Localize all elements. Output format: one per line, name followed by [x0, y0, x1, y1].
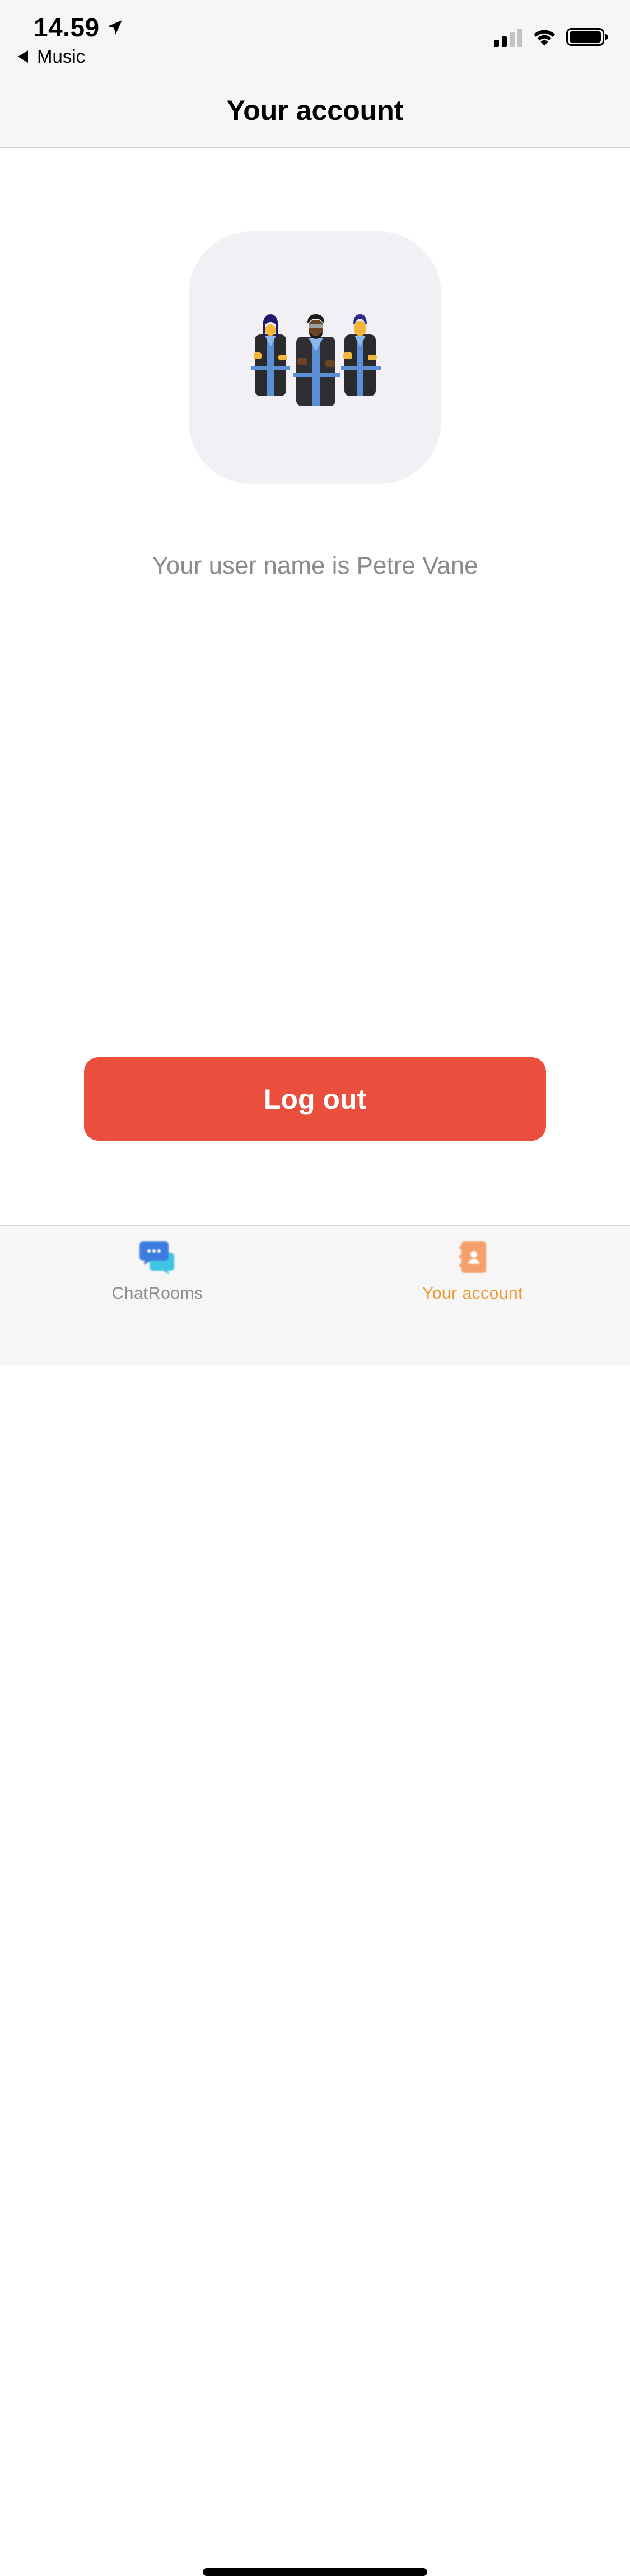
battery-icon — [566, 28, 608, 46]
tab-bar: ChatRooms Your account — [0, 1225, 630, 2576]
contact-card-icon — [459, 1241, 486, 1273]
team-illustration-icon — [251, 314, 381, 406]
chat-bubbles-icon — [139, 1241, 174, 1275]
tab-chatrooms-label: ChatRooms — [111, 1284, 203, 1303]
location-arrow-icon — [107, 20, 122, 35]
tab-your-account-label: Your account — [422, 1284, 524, 1303]
status-bar: 14.59 Music — [0, 0, 630, 73]
navigation-bar: Your account — [0, 73, 630, 148]
logout-button[interactable]: Log out — [84, 1057, 546, 1141]
signal-icon — [494, 27, 522, 47]
clock: 14.59 — [34, 12, 124, 43]
wifi-icon — [534, 30, 555, 46]
time-text: 14.59 — [34, 13, 100, 42]
back-app-label: Music — [37, 46, 86, 67]
home-indicator[interactable] — [203, 2568, 427, 2576]
status-indicators — [494, 27, 608, 47]
back-triangle-icon — [18, 50, 28, 63]
avatar-card — [189, 231, 441, 484]
back-to-app-link[interactable]: Music — [18, 46, 85, 67]
username-text: Your user name is Petre Vane — [152, 552, 478, 579]
page-title: Your account — [226, 95, 404, 126]
tab-chatrooms[interactable]: ChatRooms — [73, 1239, 241, 1303]
tab-your-account[interactable]: Your account — [389, 1239, 557, 1303]
